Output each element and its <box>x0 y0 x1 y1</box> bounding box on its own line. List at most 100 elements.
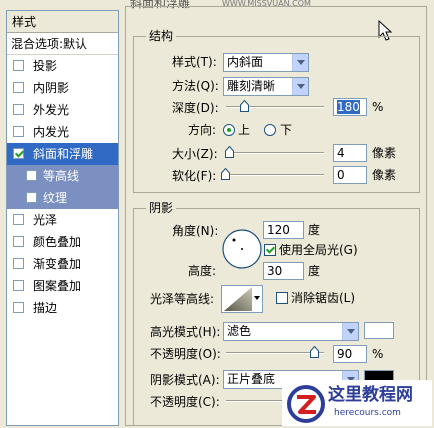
highlight-mode-label: 高光模式(H): <box>150 325 221 339</box>
chevron-down-icon <box>342 323 358 340</box>
technique-select-value: 雕刻清晰 <box>227 79 276 93</box>
style-list-item[interactable]: 光泽 <box>7 209 118 231</box>
highlight-color-swatch[interactable] <box>364 322 394 339</box>
depth-slider-thumb[interactable] <box>239 100 249 112</box>
soften-unit: 像素 <box>372 168 397 182</box>
angle-label: 角度(N): <box>172 224 219 238</box>
highlight-opacity-input[interactable]: 90 <box>333 345 367 363</box>
style-list-item[interactable]: 颜色叠加 <box>7 231 118 253</box>
gloss-contour-picker[interactable] <box>221 285 263 313</box>
style-list-item[interactable]: 图案叠加 <box>7 275 118 297</box>
altitude-input[interactable]: 30 <box>263 262 304 280</box>
style-checkbox[interactable] <box>13 148 24 159</box>
style-list-item[interactable]: 内阴影 <box>7 77 118 99</box>
antialias-label: 消除锯齿(L) <box>291 291 356 305</box>
soften-input[interactable]: 0 <box>333 166 367 184</box>
size-unit: 像素 <box>372 146 397 160</box>
style-list-item-label: 外发光 <box>33 103 70 117</box>
soften-slider-thumb[interactable] <box>221 168 230 180</box>
size-slider-thumb[interactable] <box>225 146 234 158</box>
chevron-down-icon <box>292 54 308 71</box>
style-checkbox[interactable] <box>13 126 24 137</box>
angle-unit: 度 <box>308 223 321 237</box>
style-list-item-label: 内阴影 <box>33 81 70 95</box>
style-list-item[interactable]: 渐变叠加 <box>7 253 118 275</box>
style-list-item-label: 渐变叠加 <box>33 257 82 271</box>
depth-unit: % <box>372 100 384 114</box>
direction-down-label: 下 <box>280 123 293 137</box>
blend-options-item[interactable]: 混合选项:默认 <box>7 33 118 55</box>
chevron-down-icon <box>292 78 308 95</box>
watermark-area: 这里教程网 herecours.com <box>282 380 432 426</box>
style-checkbox[interactable] <box>26 192 37 203</box>
style-checkbox[interactable] <box>13 280 24 291</box>
style-checkbox[interactable] <box>13 302 24 313</box>
altitude-unit: 度 <box>308 264 321 278</box>
style-list-item[interactable]: 描边 <box>7 297 118 319</box>
style-list-item-label: 内发光 <box>33 125 70 139</box>
angle-dial[interactable] <box>221 228 263 270</box>
soften-label: 软化(F): <box>172 169 217 183</box>
style-checkbox[interactable] <box>26 170 37 181</box>
watermark-url: herecours.com <box>334 408 401 418</box>
style-label: 样式(T): <box>172 55 217 69</box>
highlight-opacity-thumb[interactable] <box>310 346 320 358</box>
highlight-opacity-label: 不透明度(O): <box>150 347 221 361</box>
style-list-header: 样式 <box>7 11 118 33</box>
style-list-item-label: 图案叠加 <box>33 279 82 293</box>
direction-label: 方向: <box>188 123 217 137</box>
style-list-item-label: 纹理 <box>43 191 68 205</box>
style-list-item-label: 描边 <box>33 301 58 315</box>
style-list-item[interactable]: 外发光 <box>7 99 118 121</box>
style-checkbox[interactable] <box>13 258 24 269</box>
soften-slider-track[interactable] <box>226 174 324 176</box>
shading-title: 阴影 <box>146 201 177 215</box>
style-list-item[interactable]: 内发光 <box>7 121 118 143</box>
chevron-down-icon <box>254 296 260 300</box>
style-list: 样式 混合选项:默认 投影内阴影外发光内发光斜面和浮雕等高线纹理光泽颜色叠加渐变… <box>6 10 119 426</box>
style-checkbox[interactable] <box>13 82 24 93</box>
style-list-item[interactable]: 等高线 <box>7 165 118 187</box>
style-checkbox[interactable] <box>13 236 24 247</box>
technique-label: 方法(Q): <box>172 79 219 93</box>
global-light-checkbox[interactable] <box>264 244 276 256</box>
shadow-opacity-label: 不透明度(C): <box>150 395 220 409</box>
style-list-item-label: 等高线 <box>43 169 80 183</box>
watermark-logo-icon <box>287 385 325 423</box>
shadow-opacity-track[interactable] <box>226 400 286 402</box>
depth-input-value: 180 <box>337 100 360 114</box>
style-list-item-label: 颜色叠加 <box>33 235 82 249</box>
technique-select[interactable]: 雕刻清晰 <box>223 77 309 96</box>
watermark-text: 这里教程网 <box>328 385 413 405</box>
size-slider-track[interactable] <box>226 152 324 154</box>
highlight-opacity-unit: % <box>372 347 384 361</box>
size-label: 大小(Z): <box>172 147 218 161</box>
contour-icon <box>224 287 252 311</box>
size-input[interactable]: 4 <box>333 144 367 162</box>
altitude-label: 高度: <box>188 264 217 278</box>
style-checkbox[interactable] <box>13 214 24 225</box>
style-select[interactable]: 内斜面 <box>223 53 309 72</box>
global-light-label: 使用全局光(G) <box>279 243 358 257</box>
style-checkbox[interactable] <box>13 104 24 115</box>
shadow-mode-label: 阴影模式(A): <box>150 373 220 387</box>
style-list-item-label: 斜面和浮雕 <box>33 147 94 161</box>
depth-input[interactable]: 180 <box>333 98 367 116</box>
style-checkbox[interactable] <box>13 60 24 71</box>
direction-down-radio[interactable] <box>264 124 276 136</box>
highlight-mode-value: 滤色 <box>227 324 252 338</box>
style-list-item[interactable]: 斜面和浮雕 <box>7 143 118 165</box>
style-list-item[interactable]: 投影 <box>7 55 118 77</box>
style-list-item-label: 投影 <box>33 59 58 73</box>
direction-up-radio[interactable] <box>223 124 235 136</box>
depth-label: 深度(D): <box>172 101 219 115</box>
style-select-value: 内斜面 <box>227 55 264 69</box>
highlight-mode-select[interactable]: 滤色 <box>223 322 359 341</box>
antialias-checkbox[interactable] <box>276 292 288 304</box>
style-list-item-label: 光泽 <box>33 213 58 227</box>
direction-up-label: 上 <box>238 123 251 137</box>
angle-input[interactable]: 120 <box>263 221 304 239</box>
structure-title: 结构 <box>146 29 177 43</box>
shadow-mode-value: 正片叠底 <box>227 372 276 386</box>
style-list-item[interactable]: 纹理 <box>7 187 118 209</box>
